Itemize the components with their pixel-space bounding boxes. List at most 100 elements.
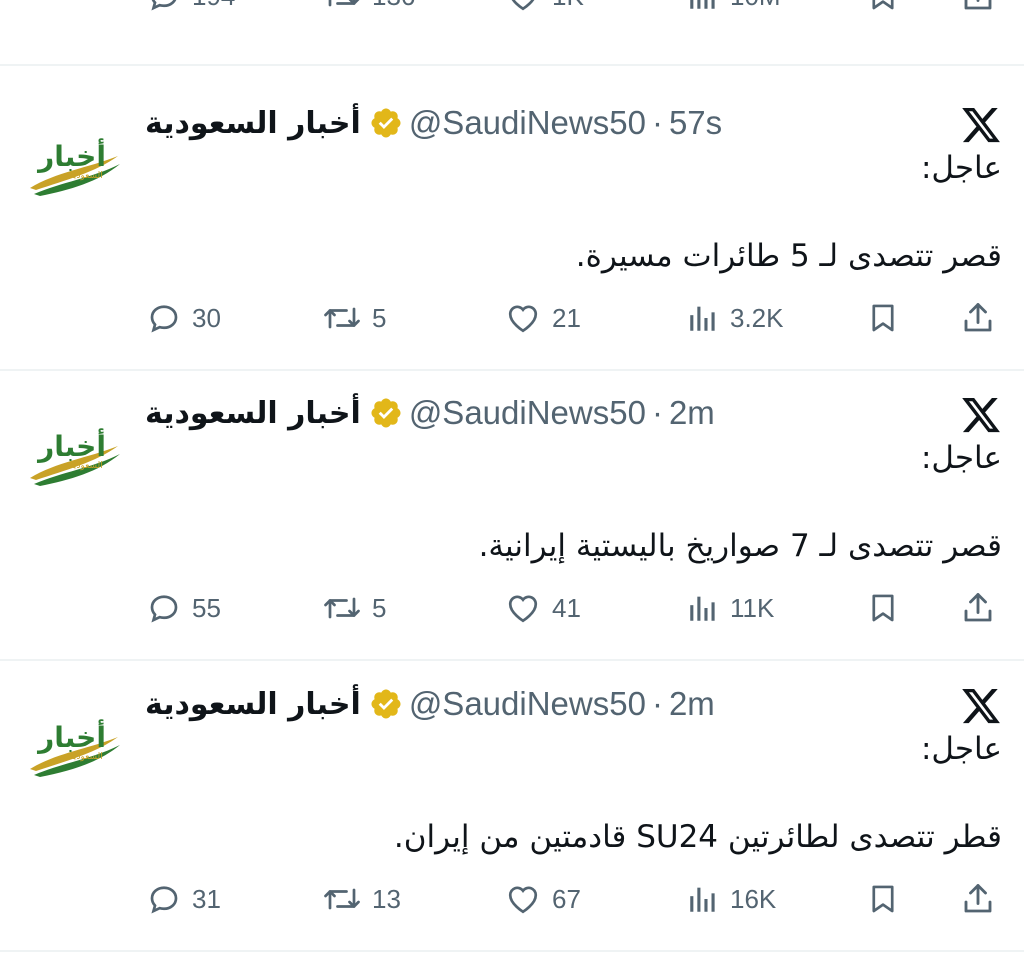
reply-icon <box>151 0 177 11</box>
divider <box>0 659 1024 661</box>
avatar-logo-subtext: السعودية <box>69 171 103 181</box>
reply-button[interactable]: 31 <box>146 881 221 917</box>
reply-count: 30 <box>192 302 221 333</box>
separator: · <box>651 104 663 141</box>
share-icon <box>964 593 992 622</box>
views-button[interactable]: 11K <box>686 590 774 626</box>
avatar[interactable]: أخبار السعودية <box>26 128 122 200</box>
divider <box>0 64 1024 66</box>
like-button[interactable]: 21 <box>504 300 581 336</box>
retweet-count: 5 <box>372 302 387 333</box>
views-button[interactable]: 3.2K <box>686 300 784 336</box>
timestamp[interactable]: 2m <box>669 394 715 432</box>
bookmark-icon <box>872 885 894 913</box>
retweet-count: 13 <box>372 883 401 914</box>
retweet-button[interactable]: 5 <box>322 590 386 626</box>
x-logo-button[interactable] <box>960 685 1002 727</box>
reply-count: 194 <box>192 0 235 12</box>
views-count: 3.2K <box>730 302 784 333</box>
like-count: 21 <box>552 302 581 333</box>
tweet-label: عاجل: <box>920 731 1002 767</box>
retweet-icon <box>324 888 360 910</box>
like-button[interactable]: 67 <box>504 881 581 917</box>
like-button[interactable]: 41 <box>504 590 581 626</box>
bookmark-icon <box>872 0 894 10</box>
divider <box>0 950 1024 952</box>
bookmark-button[interactable] <box>866 300 900 340</box>
share-icon <box>964 303 992 332</box>
reply-icon <box>150 886 178 914</box>
x-logo-icon <box>962 397 1000 433</box>
share-button[interactable] <box>960 0 996 18</box>
separator: · <box>651 685 663 722</box>
tweet-text: قطر تتصدى لطائرتين SU24 قادمتين من إيران… <box>393 819 1002 855</box>
reply-button[interactable]: 30 <box>146 300 221 336</box>
reply-count: 55 <box>192 592 221 623</box>
timestamp[interactable]: 57s <box>669 104 722 142</box>
divider <box>0 369 1024 371</box>
tweet-card[interactable]: أخبار السعودية أخبار السعودية @SaudiNews… <box>0 681 1024 941</box>
separator: · <box>651 394 663 431</box>
bookmark-icon <box>872 304 894 332</box>
avatar[interactable]: أخبار السعودية <box>26 418 122 490</box>
like-icon <box>511 0 535 11</box>
share-icon <box>964 0 992 10</box>
views-button[interactable]: 16K <box>686 881 776 917</box>
retweet-button[interactable]: 13 <box>322 881 401 917</box>
reply-button[interactable]: 194 <box>146 0 235 14</box>
tweet-label: عاجل: <box>920 150 1002 186</box>
retweet-icon <box>324 597 360 619</box>
retweet-count: 5 <box>372 592 387 623</box>
like-count: 67 <box>552 883 581 914</box>
views-count: 11K <box>730 592 775 623</box>
tweet-card[interactable]: أخبار السعودية أخبار السعودية @SaudiNews… <box>0 100 1024 360</box>
share-icon <box>964 884 992 913</box>
retweet-icon <box>324 307 360 329</box>
bookmark-button[interactable] <box>866 0 900 18</box>
tweet-text: قصر تتصدى لـ 7 صواريخ باليستية إيرانية. <box>478 528 1002 564</box>
retweet-button[interactable]: 5 <box>322 300 386 336</box>
tweet-card[interactable]: أخبار السعودية أخبار السعودية @SaudiNews… <box>0 390 1024 650</box>
tweet-header: أخبار السعودية @SaudiNews50 · 2m <box>145 681 715 727</box>
bookmark-icon <box>872 594 894 622</box>
avatar-logo-text: أخبار <box>36 719 106 754</box>
avatar[interactable]: أخبار السعودية <box>26 709 122 781</box>
timestamp[interactable]: 2m <box>669 685 715 723</box>
display-name[interactable]: أخبار السعودية <box>145 687 361 722</box>
share-button[interactable] <box>960 590 996 630</box>
bookmark-button[interactable] <box>866 881 900 921</box>
retweet-button[interactable]: 136 <box>322 0 415 14</box>
tweet-text: قصر تتصدى لـ 5 طائرات مسيرة. <box>575 238 1002 274</box>
verified-badge-icon <box>371 398 401 428</box>
x-logo-button[interactable] <box>960 394 1002 436</box>
views-icon <box>690 0 715 9</box>
avatar-logo-subtext: السعودية <box>69 752 103 762</box>
avatar-logo-text: أخبار <box>36 138 106 173</box>
views-icon <box>690 887 715 912</box>
user-handle[interactable]: @SaudiNews50 <box>409 394 646 432</box>
tweet-header: أخبار السعودية @SaudiNews50 · 2m <box>145 390 715 436</box>
previous-tweet-actions: 194 136 1K 10M <box>0 0 1024 18</box>
views-icon <box>690 306 715 331</box>
reply-icon <box>150 595 178 623</box>
share-button[interactable] <box>960 300 996 340</box>
verified-badge-icon <box>371 108 401 138</box>
display-name[interactable]: أخبار السعودية <box>145 396 361 431</box>
like-icon <box>508 305 538 333</box>
reply-button[interactable]: 55 <box>146 590 221 626</box>
views-button[interactable]: 10M <box>686 0 781 14</box>
user-handle[interactable]: @SaudiNews50 <box>409 104 646 142</box>
share-button[interactable] <box>960 881 996 921</box>
tweet-header: أخبار السعودية @SaudiNews50 · 57s <box>145 100 722 146</box>
x-logo-button[interactable] <box>960 104 1002 146</box>
retweet-icon <box>328 0 360 7</box>
avatar-logo-subtext: السعودية <box>69 461 103 471</box>
display-name[interactable]: أخبار السعودية <box>145 106 361 141</box>
like-button[interactable]: 1K <box>504 0 584 14</box>
bookmark-button[interactable] <box>866 590 900 630</box>
x-logo-icon <box>962 688 1000 724</box>
like-icon <box>508 595 538 623</box>
like-icon <box>508 886 538 914</box>
user-handle[interactable]: @SaudiNews50 <box>409 685 646 723</box>
retweet-count: 136 <box>372 0 415 12</box>
